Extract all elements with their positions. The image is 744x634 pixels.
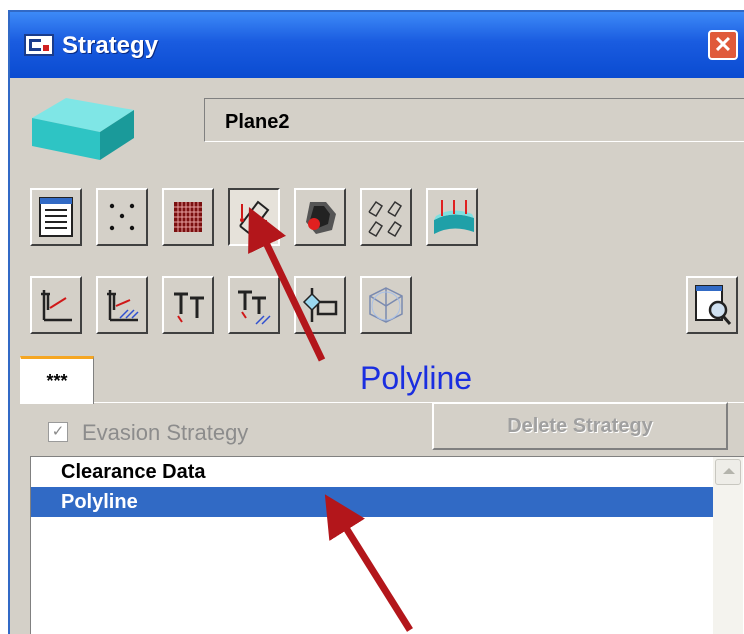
polyline-button[interactable] [228,188,280,246]
document-search-icon [695,285,732,325]
axis-tool-button[interactable] [30,276,82,334]
app-icon [24,34,54,56]
delete-strategy-button[interactable]: Delete Strategy [432,402,728,450]
points-button[interactable] [96,188,148,246]
list-item-clearance-data[interactable]: Clearance Data [31,457,713,487]
list-document-button[interactable] [30,188,82,246]
multi-polyline-icon [368,200,403,238]
list-item-polyline[interactable]: Polyline [31,487,713,517]
strategy-name-field[interactable]: Plane2 [204,98,744,142]
tool-holder-button[interactable] [294,276,346,334]
close-button[interactable]: ✕ [708,30,738,60]
tool-t-icon [174,292,204,323]
tool-t-button[interactable] [162,276,214,334]
axis-tool-icon [41,290,72,322]
grid-icon [174,202,202,232]
tool-collision-icon [306,202,336,234]
points-icon [109,203,135,231]
evasion-strategy-checkbox[interactable]: ✓ [48,422,68,442]
tool-t-hatched-icon [238,290,271,325]
tab-stars[interactable]: *** [20,356,94,404]
axis-tool-hatched-button[interactable] [96,276,148,334]
surface-arrows-icon [434,200,474,234]
scroll-up-button[interactable] [715,459,741,485]
tool-holder-icon [302,288,338,322]
list-scrollbar[interactable] [713,457,743,634]
tool-collision-button[interactable] [294,188,346,246]
title-bar[interactable]: Strategy ✕ [10,12,744,78]
part-block-icon [32,98,134,160]
cube-button[interactable] [360,276,412,334]
list-document-icon [39,197,73,237]
window-title: Strategy [62,32,159,59]
tool-t-hatched-button[interactable] [228,276,280,334]
cube-icon [369,287,403,323]
dialog-body: Plane2 *** Polyline ✓ Evasion Strategy D… [10,78,744,634]
strategy-list: Clearance Data Polyline [30,456,744,634]
axis-tool-hatched-icon [107,290,139,322]
grid-button[interactable] [162,188,214,246]
strategy-window: Strategy ✕ Plane2 *** Polyline ✓ Evasion… [8,10,744,634]
evasion-strategy-label: Evasion Strategy [82,420,249,445]
multi-polyline-button[interactable] [360,188,412,246]
polyline-annotation-label: Polyline [360,360,473,396]
polyline-icon [239,200,270,236]
surface-arrows-button[interactable] [426,188,478,246]
document-search-button[interactable] [686,276,738,334]
